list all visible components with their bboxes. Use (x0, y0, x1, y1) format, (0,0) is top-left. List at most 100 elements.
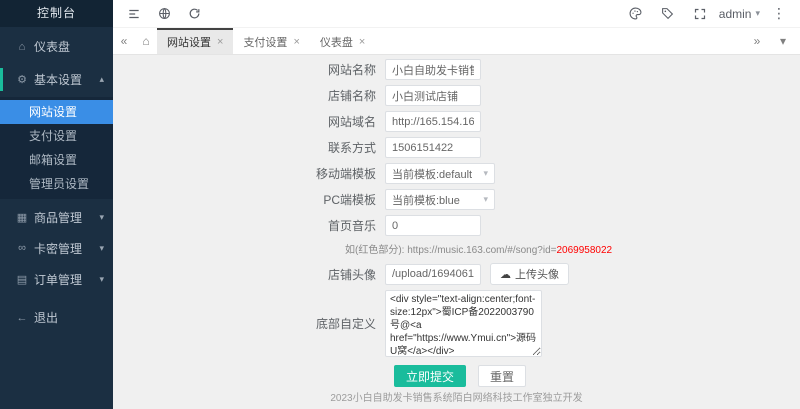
footer-custom-textarea[interactable]: <div style="text-align:center;font-size:… (385, 290, 542, 357)
sidebar-group-orders[interactable]: ▤ 订单管理 ▾ (0, 266, 113, 292)
chevron-down-icon: ▾ (99, 243, 104, 254)
shop-name-input[interactable] (385, 85, 481, 106)
shop-avatar-label: 店铺头像 (273, 266, 385, 283)
form-row: 网站域名 (273, 111, 800, 132)
reset-button[interactable]: 重置 (478, 365, 526, 387)
sidebar-item-dashboard[interactable]: ⌂ 仪表盘 (0, 35, 113, 58)
more-options-icon[interactable]: ⋮ (766, 1, 792, 27)
username: admin (719, 7, 752, 21)
close-icon[interactable]: × (217, 36, 223, 48)
sidebar-group-label: 基本设置 (34, 71, 82, 88)
gear-icon: ⚙ (14, 73, 30, 86)
basic-settings-submenu: 网站设置 支付设置 邮箱设置 管理员设置 (0, 97, 113, 199)
tab-site-settings[interactable]: 网站设置 × (157, 28, 233, 54)
admin-console: 控制台 ⌂ 仪表盘 ⚙ 基本设置 ▴ 网站设置 支付设置 邮箱设置 管理员设置 (0, 0, 800, 409)
site-settings-form: 网站名称 店铺名称 网站域名 联系方式 移动端模板 当前模板:default ▾ (113, 55, 800, 387)
theme-palette-icon[interactable] (623, 1, 649, 27)
logout-arrow-icon: ← (14, 312, 30, 324)
sidebar-item-label: 支付设置 (29, 129, 77, 143)
mobile-template-select[interactable]: 当前模板:default ▾ (385, 163, 495, 184)
tab-home-icon[interactable]: ⌂ (135, 34, 157, 48)
form-row: 联系方式 (273, 137, 800, 158)
sidebar-item-payment-settings[interactable]: 支付设置 (0, 124, 113, 148)
form-row: PC端模板 当前模板:blue ▾ (273, 189, 800, 210)
contact-label: 联系方式 (273, 139, 385, 156)
pc-template-select[interactable]: 当前模板:blue ▾ (385, 189, 495, 210)
form-row: 店铺名称 (273, 85, 800, 106)
fullscreen-icon[interactable] (687, 1, 713, 27)
sidebar-item-mail-settings[interactable]: 邮箱设置 (0, 148, 113, 172)
header-left-icons (121, 1, 207, 27)
goods-icon: ▦ (14, 211, 30, 224)
sidebar-item-site-settings[interactable]: 网站设置 (0, 100, 113, 124)
domain-label: 网站域名 (273, 113, 385, 130)
site-name-input[interactable] (385, 59, 481, 80)
header-right-icons: admin ▾ ⋮ (623, 1, 792, 27)
music-hint-song-id: 2069958022 (556, 245, 612, 256)
user-menu[interactable]: admin ▾ (719, 7, 760, 21)
contact-input[interactable] (385, 137, 481, 158)
tab-bar: « ⌂ 网站设置 × 支付设置 × 仪表盘 × » ▾ (113, 28, 800, 55)
home-music-label: 首页音乐 (273, 217, 385, 234)
close-icon[interactable]: × (359, 36, 365, 48)
console-title: 控制台 (0, 0, 113, 27)
sidebar-item-logout[interactable]: ← 退出 (0, 306, 113, 329)
form-row: 店铺头像 ☁ 上传头像 (273, 263, 800, 285)
sidebar-item-label: 邮箱设置 (29, 153, 77, 167)
upload-avatar-button[interactable]: ☁ 上传头像 (490, 263, 569, 285)
chevron-up-icon: ▴ (99, 74, 104, 85)
submit-button[interactable]: 立即提交 (394, 365, 466, 387)
mobile-template-label: 移动端模板 (273, 165, 385, 182)
tabs-scroll-right-icon[interactable]: » (746, 34, 768, 48)
collapse-menu-icon[interactable] (121, 1, 147, 27)
sidebar-group-label: 卡密管理 (34, 240, 82, 257)
shop-avatar-input[interactable] (385, 264, 481, 285)
form-row: 移动端模板 当前模板:default ▾ (273, 163, 800, 184)
chevron-down-icon: ▾ (99, 274, 104, 285)
tab-label: 网站设置 (167, 34, 211, 50)
sidebar-group-goods[interactable]: ▦ 商品管理 ▾ (0, 204, 113, 230)
page-footer: 2023小白自助发卡销售系统陌白网络科技工作室独立开发 (113, 389, 800, 404)
chevron-down-icon: ▾ (755, 8, 760, 19)
tab-label: 支付设置 (243, 34, 287, 50)
chevron-down-icon: ▾ (99, 212, 104, 223)
order-icon: ▤ (14, 273, 30, 286)
sidebar: 控制台 ⌂ 仪表盘 ⚙ 基本设置 ▴ 网站设置 支付设置 邮箱设置 管理员设置 (0, 0, 113, 409)
sidebar-item-label: 退出 (34, 309, 58, 326)
form-row: 网站名称 (273, 59, 800, 80)
upload-avatar-label: 上传头像 (515, 266, 559, 282)
close-icon[interactable]: × (293, 36, 299, 48)
tab-bar-right: » ▾ (746, 34, 794, 48)
sidebar-group-label: 订单管理 (34, 271, 82, 288)
tag-icon[interactable] (655, 1, 681, 27)
selected-value: 当前模板:default (392, 166, 472, 182)
tabs-scroll-left-icon[interactable]: « (113, 34, 135, 48)
top-header: admin ▾ ⋮ (113, 0, 800, 28)
sidebar-group-cards[interactable]: ∞ 卡密管理 ▾ (0, 235, 113, 261)
tab-dashboard[interactable]: 仪表盘 × (310, 28, 375, 54)
chevron-down-icon: ▾ (483, 194, 488, 205)
music-hint: 如(红色部分): https://music.163.com/#/song?id… (345, 241, 800, 256)
sidebar-item-label: 仪表盘 (34, 38, 70, 55)
form-actions: 立即提交 重置 (394, 365, 800, 387)
sidebar-group-basic-settings[interactable]: ⚙ 基本设置 ▴ (0, 68, 113, 91)
card-key-icon: ∞ (14, 242, 30, 254)
cloud-upload-icon: ☁ (500, 268, 511, 281)
sidebar-item-admin-settings[interactable]: 管理员设置 (0, 172, 113, 196)
tab-payment-settings[interactable]: 支付设置 × (233, 28, 309, 54)
footer-custom-label: 底部自定义 (273, 315, 385, 332)
globe-icon[interactable] (151, 1, 177, 27)
refresh-icon[interactable] (181, 1, 207, 27)
sidebar-item-label: 管理员设置 (29, 177, 89, 191)
home-music-input[interactable] (385, 215, 481, 236)
form-row: 底部自定义 <div style="text-align:center;font… (273, 290, 800, 357)
sidebar-group-label: 商品管理 (34, 209, 82, 226)
site-domain-input[interactable] (385, 111, 481, 132)
tabs-menu-icon[interactable]: ▾ (772, 34, 794, 48)
shop-name-label: 店铺名称 (273, 87, 385, 104)
main-content: 网站名称 店铺名称 网站域名 联系方式 移动端模板 当前模板:default ▾ (113, 55, 800, 409)
selected-value: 当前模板:blue (392, 192, 460, 208)
pc-template-label: PC端模板 (273, 191, 385, 208)
music-hint-text: 如(红色部分): https://music.163.com/#/song?id… (345, 245, 556, 256)
tab-label: 仪表盘 (320, 34, 353, 50)
